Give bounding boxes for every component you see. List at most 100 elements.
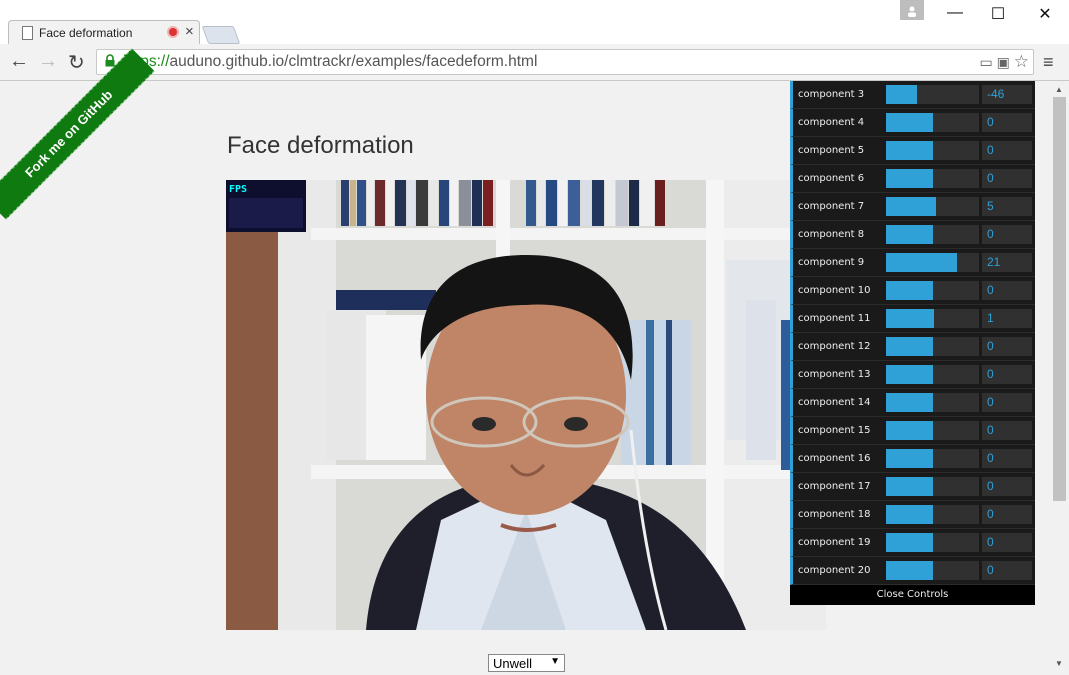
- controller-number-input[interactable]: 0: [982, 281, 1032, 300]
- slider-fill: [886, 141, 933, 160]
- forward-icon[interactable]: →: [38, 50, 58, 73]
- controller-slider[interactable]: [886, 225, 979, 244]
- close-controls-button[interactable]: Close Controls: [790, 585, 1035, 605]
- address-bar[interactable]: https://auduno.github.io/clmtrackr/examp…: [96, 49, 1034, 75]
- controller-number-input[interactable]: 0: [982, 169, 1032, 188]
- controller-slider[interactable]: [886, 561, 979, 580]
- controller-slider[interactable]: [886, 309, 979, 328]
- controller-label: component 16: [798, 453, 871, 464]
- controller-number-input[interactable]: 0: [982, 533, 1032, 552]
- scrollbar-thumb[interactable]: [1053, 97, 1066, 501]
- controller-slider[interactable]: [886, 197, 979, 216]
- controller-label: component 12: [798, 341, 871, 352]
- slider-fill: [886, 169, 933, 188]
- controller-slider[interactable]: [886, 113, 979, 132]
- user-icon: [907, 4, 917, 17]
- controller-label: component 9: [798, 257, 865, 268]
- omnibox-icons: ▭ ▣ ☆: [980, 52, 1030, 72]
- slider-fill: [886, 421, 933, 440]
- controller-row: component 16 0: [790, 445, 1035, 473]
- controller-slider[interactable]: [886, 393, 979, 412]
- close-window-button[interactable]: ✕: [1022, 4, 1068, 24]
- controller-row: component 8 0: [790, 221, 1035, 249]
- controller-number-input[interactable]: 0: [982, 365, 1032, 384]
- controller-row: component 9 21: [790, 249, 1035, 277]
- controller-number-input[interactable]: -46: [982, 85, 1032, 104]
- controller-number-input[interactable]: 0: [982, 225, 1032, 244]
- page-icon: [22, 26, 33, 40]
- controller-row: component 20 0: [790, 557, 1035, 585]
- fps-graph: [229, 198, 303, 228]
- slider-fill: [886, 253, 957, 272]
- scroll-up-icon[interactable]: ▲: [1055, 85, 1063, 94]
- slider-fill: [886, 533, 933, 552]
- controller-number-input[interactable]: 21: [982, 253, 1032, 272]
- controller-number-input[interactable]: 1: [982, 309, 1032, 328]
- translate-icon[interactable]: ▣: [997, 54, 1010, 70]
- page-scrollbar[interactable]: ▲ ▼: [1051, 81, 1069, 675]
- back-icon[interactable]: ←: [9, 50, 29, 73]
- controller-number-input[interactable]: 0: [982, 505, 1032, 524]
- controller-label: component 19: [798, 537, 871, 548]
- star-icon[interactable]: ☆: [1014, 52, 1029, 71]
- controller-slider[interactable]: [886, 169, 979, 188]
- controller-number-input[interactable]: 0: [982, 477, 1032, 496]
- controller-number-input[interactable]: 0: [982, 449, 1032, 468]
- controller-slider[interactable]: [886, 477, 979, 496]
- controller-slider[interactable]: [886, 281, 979, 300]
- browser-tab[interactable]: Face deformation ×: [8, 20, 200, 45]
- controller-number-input[interactable]: 0: [982, 337, 1032, 356]
- controller-number-input[interactable]: 0: [982, 141, 1032, 160]
- dropdown-arrow-icon: ▼: [550, 656, 560, 667]
- controller-slider[interactable]: [886, 421, 979, 440]
- controller-number-input[interactable]: 0: [982, 561, 1032, 580]
- controller-label: component 4: [798, 117, 865, 128]
- slider-fill: [886, 113, 933, 132]
- controller-row: component 4 0: [790, 109, 1035, 137]
- controller-slider[interactable]: [886, 337, 979, 356]
- controller-number-input[interactable]: 0: [982, 393, 1032, 412]
- webcam-video: FPS: [226, 180, 826, 630]
- controller-row: component 19 0: [790, 529, 1035, 557]
- controller-row: component 6 0: [790, 165, 1035, 193]
- recording-icon: [169, 28, 177, 36]
- controller-label: component 8: [798, 229, 865, 240]
- emotion-select[interactable]: Unwell ▼: [488, 654, 565, 672]
- controller-slider[interactable]: [886, 253, 979, 272]
- controller-row: component 17 0: [790, 473, 1035, 501]
- controller-number-input[interactable]: 0: [982, 113, 1032, 132]
- controller-slider[interactable]: [886, 365, 979, 384]
- url-path: auduno.github.io/clmtrackr/examples/face…: [169, 53, 538, 70]
- new-tab-button[interactable]: [201, 26, 241, 44]
- reload-icon[interactable]: ↻: [68, 50, 85, 75]
- controller-label: component 10: [798, 285, 871, 296]
- maximize-button[interactable]: ☐: [975, 4, 1021, 24]
- menu-icon[interactable]: ≡: [1043, 52, 1054, 73]
- controller-slider[interactable]: [886, 141, 979, 160]
- minimize-button[interactable]: —: [932, 4, 978, 22]
- controller-row: component 11 1: [790, 305, 1035, 333]
- scroll-down-icon[interactable]: ▼: [1055, 659, 1063, 668]
- controller-row: component 5 0: [790, 137, 1035, 165]
- controller-row: component 15 0: [790, 417, 1035, 445]
- controller-label: component 17: [798, 481, 871, 492]
- controller-slider[interactable]: [886, 449, 979, 468]
- controller-label: component 5: [798, 145, 865, 156]
- controller-row: component 7 5: [790, 193, 1035, 221]
- user-profile-button[interactable]: [900, 0, 924, 20]
- controller-slider[interactable]: [886, 85, 979, 104]
- controller-label: component 15: [798, 425, 871, 436]
- url-text: https://auduno.github.io/clmtrackr/examp…: [123, 53, 537, 71]
- camera-icon[interactable]: ▭: [980, 54, 993, 70]
- controller-slider[interactable]: [886, 533, 979, 552]
- slider-fill: [886, 505, 933, 524]
- controller-label: component 7: [798, 201, 865, 212]
- controller-number-input[interactable]: 0: [982, 421, 1032, 440]
- slider-fill: [886, 365, 933, 384]
- fps-stats-panel: FPS: [226, 180, 306, 232]
- controller-label: component 14: [798, 397, 871, 408]
- controller-number-input[interactable]: 5: [982, 197, 1032, 216]
- controls-panel: component 3 -46 component 4 0 component 5 0 co…: [790, 81, 1035, 605]
- tab-close-icon[interactable]: ×: [185, 23, 194, 40]
- controller-slider[interactable]: [886, 505, 979, 524]
